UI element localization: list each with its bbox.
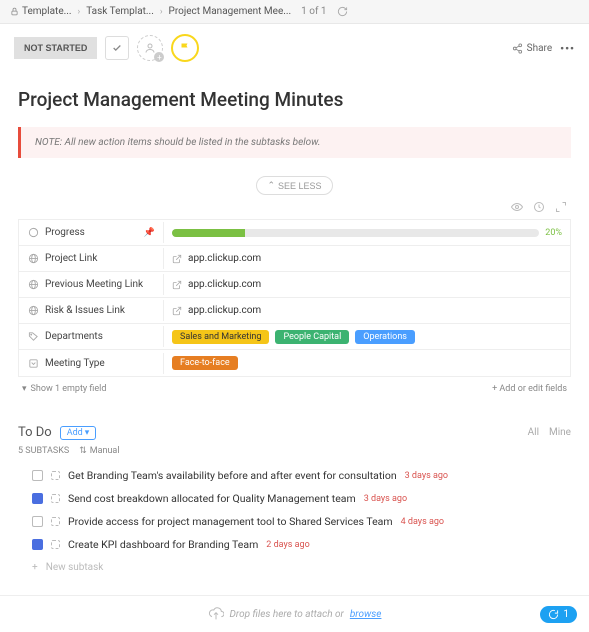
browse-link[interactable]: browse (350, 609, 382, 620)
field-row: Progress📌 20% (19, 220, 570, 246)
tag[interactable]: People Capital (275, 330, 349, 344)
more-menu-button[interactable]: ••• (560, 42, 575, 55)
tag[interactable]: Operations (355, 330, 415, 344)
task-checkbox[interactable] (32, 539, 43, 550)
tag[interactable]: Face-to-face (172, 356, 238, 370)
sort-button[interactable]: ⇅ Manual (79, 446, 119, 456)
field-value[interactable]: Face-to-face (164, 351, 570, 375)
see-less-button[interactable]: ⌃ SEE LESS (256, 176, 332, 195)
breadcrumb-item[interactable]: Project Management Mee... (169, 6, 292, 17)
expand-icon[interactable] (555, 201, 567, 213)
chevron-right-icon: › (78, 7, 81, 17)
progress-icon (27, 227, 39, 238)
task-due-date: 3 days ago (405, 471, 448, 481)
share-button[interactable]: Share (512, 43, 552, 54)
task-list: Get Branding Team's availability before … (18, 464, 571, 556)
priority-flag-button[interactable] (171, 34, 199, 62)
field-value[interactable]: Sales and Marketing People Capital Operati… (164, 325, 570, 349)
chevron-down-icon: ▾ (85, 428, 90, 438)
assignee-button[interactable]: + (137, 35, 163, 61)
field-label: Meeting Type (19, 353, 164, 374)
status-button[interactable]: NOT STARTED (14, 37, 97, 59)
task-due-date: 2 days ago (266, 540, 309, 550)
field-row: Previous Meeting Linkapp.clickup.com (19, 272, 570, 298)
progress-percent: 20% (545, 228, 562, 238)
field-value[interactable]: 20% (164, 223, 570, 243)
task-title: Get Branding Team's availability before … (68, 469, 397, 482)
external-link-icon (172, 254, 182, 264)
task-row[interactable]: Get Branding Team's availability before … (18, 464, 571, 487)
refresh-icon[interactable] (337, 6, 348, 17)
new-subtask-input[interactable]: + New subtask (18, 556, 571, 579)
filter-all[interactable]: All (528, 427, 539, 438)
filter-mine[interactable]: Mine (549, 427, 571, 438)
field-value[interactable]: app.clickup.com (164, 300, 570, 321)
add-subtask-button[interactable]: Add ▾ (60, 426, 97, 440)
link-icon (27, 253, 39, 264)
sort-icon: ⇅ (79, 446, 87, 456)
chevron-right-icon: › (160, 7, 163, 17)
next-status-button[interactable] (105, 36, 129, 60)
show-empty-fields[interactable]: ▾ Show 1 empty field (22, 384, 106, 394)
plus-icon: + (32, 562, 38, 573)
task-checkbox[interactable] (32, 516, 43, 527)
progress-bar (172, 229, 539, 237)
dropdown-icon (27, 358, 39, 369)
field-row: Risk & Issues Linkapp.clickup.com (19, 298, 570, 324)
task-status-dot[interactable] (51, 471, 60, 480)
todo-section-title: To Do (18, 425, 52, 440)
task-status-dot[interactable] (51, 540, 60, 549)
task-due-date: 3 days ago (364, 494, 407, 504)
subtasks-count: 5 SUBTASKS (18, 446, 69, 456)
breadcrumb-item[interactable]: Task Templat... (86, 6, 154, 17)
task-row[interactable]: Create KPI dashboard for Branding Team 2 … (18, 533, 571, 556)
drop-zone[interactable]: Drop files here to attach or browse 1 (0, 595, 589, 632)
breadcrumb-count: 1 of 1 (301, 6, 326, 17)
task-due-date: 4 days ago (401, 517, 444, 527)
field-row: Departments Sales and Marketing People Cap… (19, 324, 570, 350)
task-title: Provide access for project management to… (68, 515, 393, 528)
task-title: Create KPI dashboard for Branding Team (68, 538, 258, 551)
task-row[interactable]: Provide access for project management to… (18, 510, 571, 533)
field-label: Risk & Issues Link (19, 300, 164, 321)
tag[interactable]: Sales and Marketing (172, 330, 269, 344)
field-value[interactable]: app.clickup.com (164, 274, 570, 295)
attachment-clip-button[interactable]: 1 (540, 606, 577, 623)
field-row: Project Linkapp.clickup.com (19, 246, 570, 272)
add-edit-fields[interactable]: + Add or edit fields (492, 384, 567, 394)
visibility-icon[interactable] (511, 201, 523, 213)
task-status-dot[interactable] (51, 494, 60, 503)
upload-icon (208, 606, 224, 622)
breadcrumb-bar: Template... › Task Templat... › Project … (0, 0, 589, 24)
lock-icon (10, 7, 19, 16)
field-label: Progress📌 (19, 222, 164, 243)
toolbar: NOT STARTED + Share ••• (0, 24, 589, 72)
task-status-dot[interactable] (51, 517, 60, 526)
custom-fields-table: Progress📌20%Project Linkapp.clickup.comP… (18, 219, 571, 377)
tag-icon (27, 331, 39, 342)
field-label: Departments (19, 326, 164, 347)
field-value[interactable]: app.clickup.com (164, 248, 570, 269)
task-checkbox[interactable] (32, 470, 43, 481)
page-title: Project Management Meeting Minutes (18, 88, 571, 111)
task-row[interactable]: Send cost breakdown allocated for Qualit… (18, 487, 571, 510)
external-link-icon (172, 280, 182, 290)
link-icon (27, 305, 39, 316)
field-label: Previous Meeting Link (19, 274, 164, 295)
link-icon (27, 279, 39, 290)
note-callout: NOTE: All new action items should be lis… (18, 127, 571, 158)
task-title: Send cost breakdown allocated for Qualit… (68, 492, 356, 505)
pin-icon: 📌 (144, 228, 155, 238)
external-link-icon (172, 306, 182, 316)
history-icon[interactable] (533, 201, 545, 213)
chevron-up-icon: ⌃ (267, 180, 275, 191)
chevron-down-icon: ▾ (22, 384, 27, 394)
task-checkbox[interactable] (32, 493, 43, 504)
breadcrumb-item[interactable]: Template... (10, 6, 72, 17)
field-label: Project Link (19, 248, 164, 269)
field-tools (18, 201, 571, 213)
field-row: Meeting Type Face-to-face (19, 350, 570, 376)
